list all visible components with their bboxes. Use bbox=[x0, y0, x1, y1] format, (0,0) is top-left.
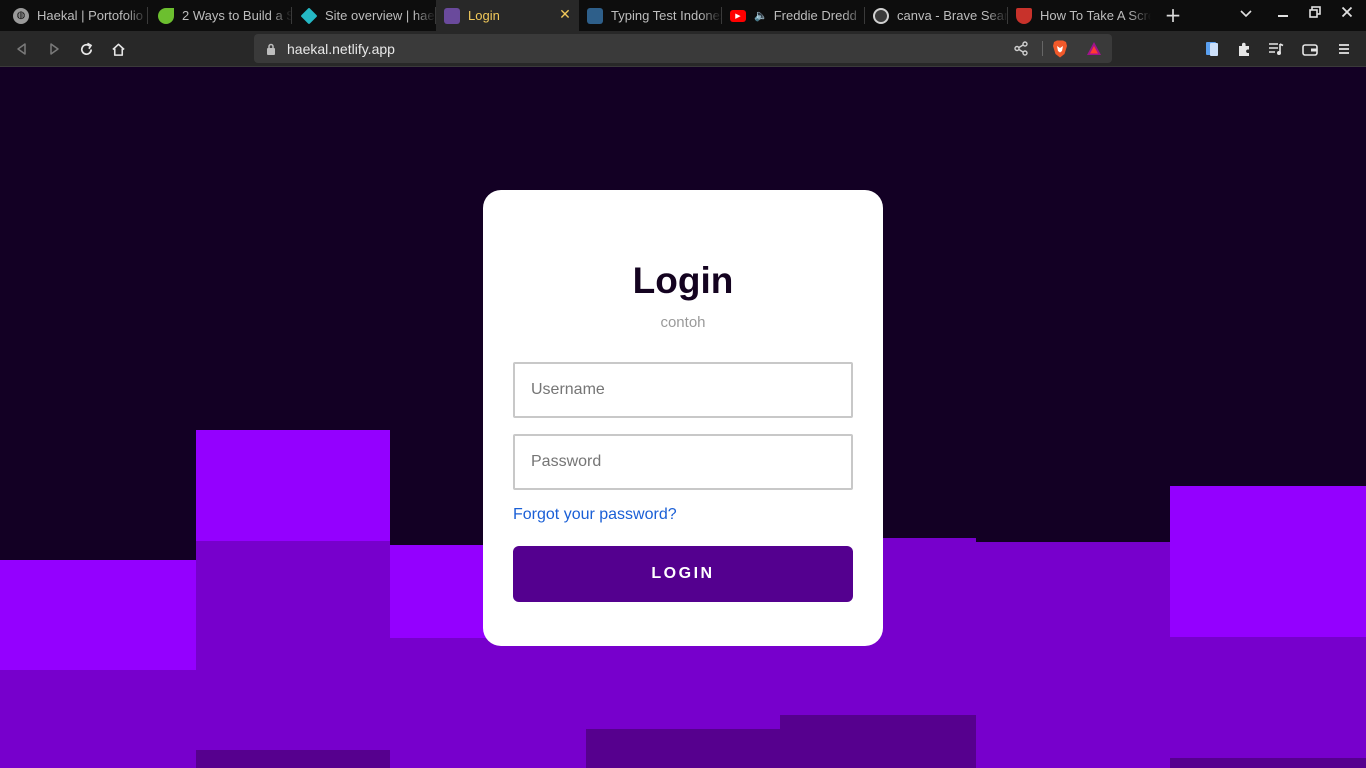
tab-screenshot-guide[interactable]: How To Take A Screenshot bbox=[1008, 0, 1151, 31]
url-text[interactable]: haekal.netlify.app bbox=[287, 41, 395, 57]
media-playlist-icon[interactable] bbox=[1264, 37, 1288, 61]
purple-site-icon bbox=[444, 7, 460, 24]
globe-icon: ◍ bbox=[13, 7, 29, 24]
lock-icon[interactable] bbox=[266, 42, 276, 60]
brave-shields-icon[interactable] bbox=[1052, 40, 1068, 63]
forward-button[interactable] bbox=[42, 37, 66, 61]
shield-crest-icon bbox=[1016, 7, 1032, 24]
typing-icon bbox=[587, 7, 603, 24]
restore-window-icon[interactable] bbox=[1304, 5, 1326, 25]
tab-login-active[interactable]: Login ✕ bbox=[436, 0, 579, 31]
netlify-icon bbox=[300, 7, 318, 24]
minimize-window-icon[interactable] bbox=[1272, 5, 1294, 25]
bg-block bbox=[976, 542, 1170, 768]
reload-button[interactable] bbox=[74, 37, 98, 61]
bg-block bbox=[780, 715, 976, 768]
tab-portfolio[interactable]: ◍ Haekal | Portofolio bbox=[0, 0, 148, 31]
tab-brave-search[interactable]: canva - Brave Search bbox=[865, 0, 1008, 31]
tab-bar: ◍ Haekal | Portofolio 2 Ways to Build a … bbox=[0, 0, 1366, 31]
username-input[interactable] bbox=[513, 362, 853, 418]
login-card: Login contoh Forgot your password? LOGIN bbox=[483, 190, 883, 646]
leaf-icon bbox=[158, 7, 174, 24]
bg-block bbox=[196, 750, 390, 768]
brave-search-icon bbox=[873, 7, 889, 24]
bg-block bbox=[1170, 637, 1366, 758]
bg-block bbox=[586, 638, 780, 729]
tab-label: Login bbox=[468, 8, 500, 23]
web-page: Login contoh Forgot your password? LOGIN bbox=[0, 68, 1366, 768]
close-tab-icon[interactable]: ✕ bbox=[557, 7, 573, 23]
home-button[interactable] bbox=[106, 37, 130, 61]
close-window-icon[interactable] bbox=[1336, 5, 1358, 25]
login-button[interactable]: LOGIN bbox=[513, 546, 853, 602]
tab-search-chevron-icon[interactable] bbox=[1235, 5, 1257, 25]
bg-block bbox=[196, 541, 390, 750]
tab-typing-test[interactable]: Typing Test Indonesia bbox=[579, 0, 722, 31]
back-button[interactable] bbox=[10, 37, 34, 61]
bg-block bbox=[1170, 758, 1366, 768]
bg-block bbox=[1170, 486, 1366, 637]
share-icon[interactable] bbox=[1014, 41, 1028, 61]
forgot-password-link[interactable]: Forgot your password? bbox=[513, 506, 677, 524]
bg-block bbox=[196, 430, 390, 541]
new-tab-button[interactable]: + bbox=[1162, 4, 1184, 26]
tab-netlify-overview[interactable]: Site overview | haekal bbox=[292, 0, 436, 31]
menu-icon[interactable] bbox=[1332, 37, 1356, 61]
tab-youtube[interactable]: ▶ 🔈 Freddie Dredd bbox=[722, 0, 865, 31]
sidebar-toggle-icon[interactable] bbox=[1200, 37, 1224, 61]
bg-block bbox=[586, 729, 780, 768]
bg-block bbox=[390, 638, 586, 768]
wallet-icon[interactable] bbox=[1298, 37, 1322, 61]
audio-playing-icon[interactable]: 🔈 bbox=[754, 9, 768, 22]
password-input[interactable] bbox=[513, 434, 853, 490]
bg-block bbox=[0, 560, 196, 670]
browser-toolbar: haekal.netlify.app bbox=[0, 31, 1366, 67]
extensions-icon[interactable] bbox=[1232, 37, 1256, 61]
youtube-icon: ▶ bbox=[730, 9, 746, 22]
tab-login-form-article[interactable]: 2 Ways to Build a Simple Login Form bbox=[148, 0, 292, 31]
bg-block bbox=[0, 670, 196, 768]
address-bar[interactable]: haekal.netlify.app bbox=[254, 34, 1112, 63]
login-title: Login bbox=[632, 260, 734, 301]
brave-rewards-icon[interactable] bbox=[1086, 41, 1102, 61]
login-subtitle: contoh bbox=[660, 314, 706, 331]
